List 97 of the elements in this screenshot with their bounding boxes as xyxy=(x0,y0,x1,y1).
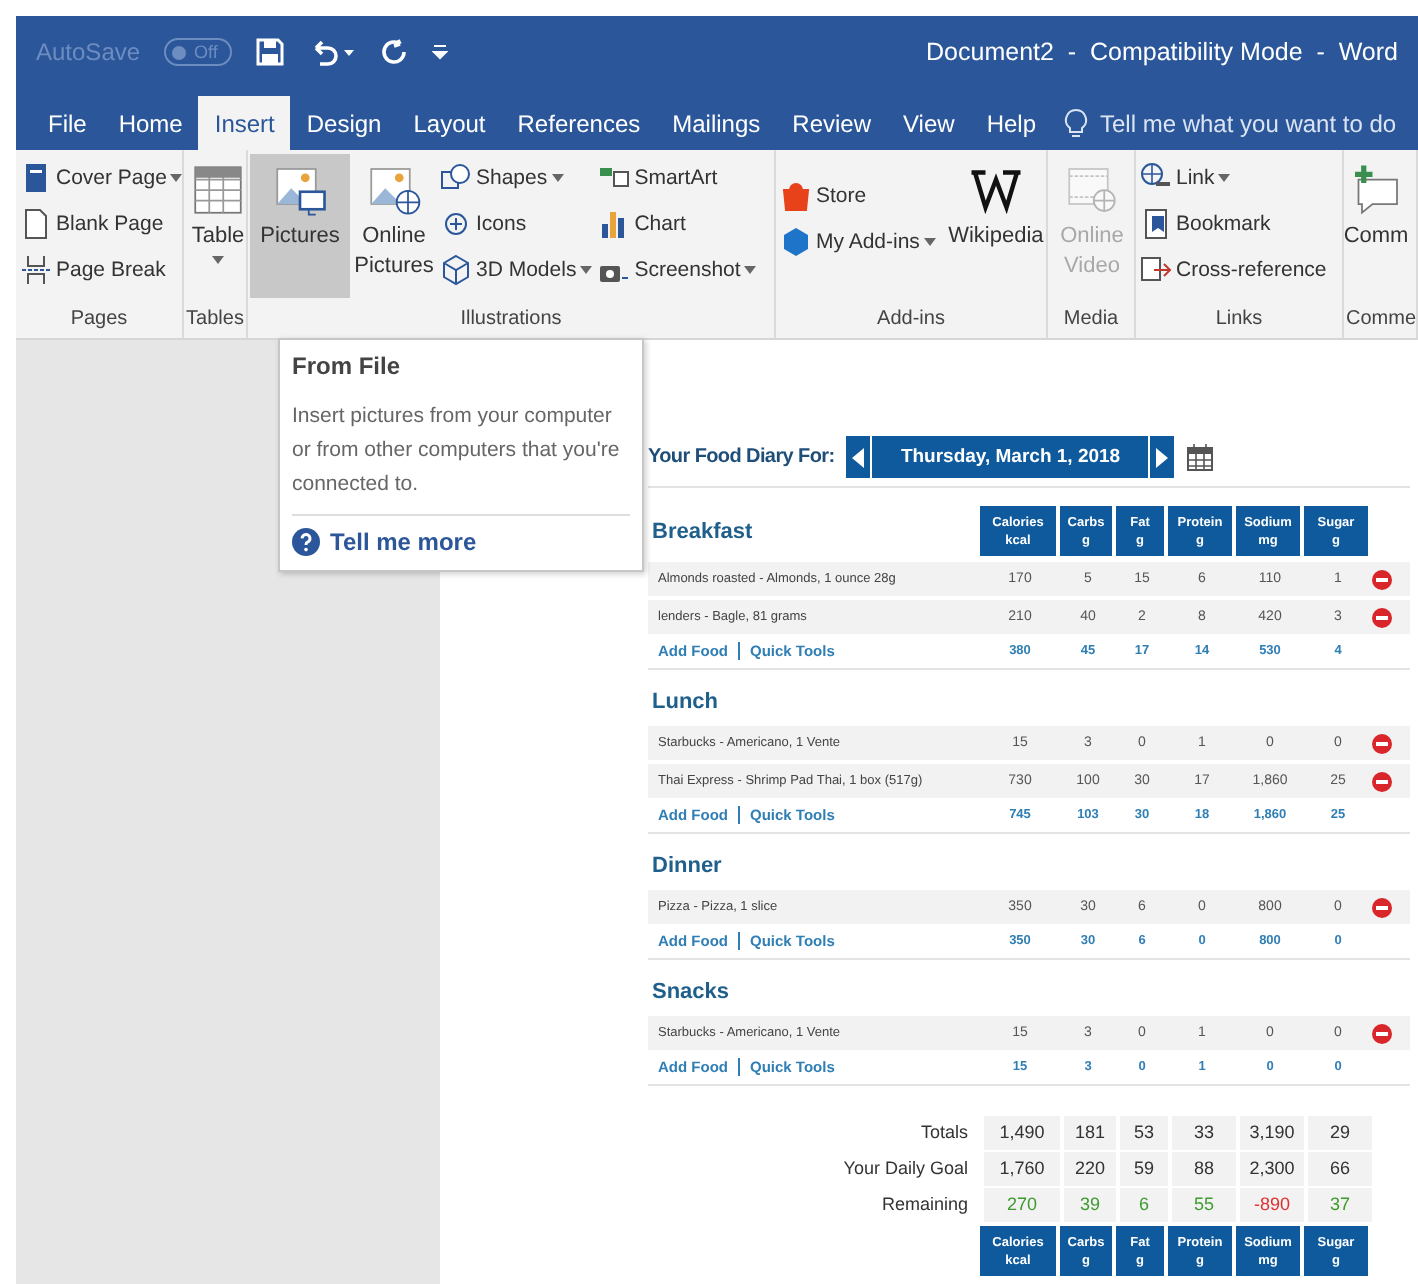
ribbon-button[interactable]: Screenshot xyxy=(596,248,759,292)
summary-value: 37 xyxy=(1304,1187,1372,1221)
ribbon-button[interactable]: Chart xyxy=(596,202,759,246)
diary-label: Your Food Diary For: xyxy=(648,446,835,468)
ribbon-tab[interactable]: View xyxy=(887,96,971,150)
group-label: Media xyxy=(1061,306,1121,334)
group-label: Add-ins xyxy=(875,306,947,334)
summary-value: -890 xyxy=(1236,1187,1304,1221)
ribbon-button[interactable]: Blank Page xyxy=(18,202,182,246)
summary-value: 3,190 xyxy=(1236,1115,1304,1149)
add-ins-icon xyxy=(780,226,812,258)
remove-icon[interactable] xyxy=(1372,897,1392,917)
table-grid-icon xyxy=(190,162,246,218)
group-label: Pages xyxy=(68,306,130,334)
help-icon xyxy=(292,528,320,556)
remove-icon[interactable] xyxy=(1372,1023,1392,1043)
group-label: Illustrations xyxy=(458,306,564,334)
lightbulb-icon xyxy=(1064,108,1088,138)
next-arrow-icon xyxy=(1156,447,1169,467)
ribbon-button[interactable]: Comm xyxy=(1346,154,1406,298)
tooltip-title: From File xyxy=(292,352,403,380)
ribbon-button[interactable]: Cover Page xyxy=(18,156,182,200)
summary-value: 1,760 xyxy=(980,1151,1060,1185)
summary-value: 53 xyxy=(1116,1115,1168,1149)
cross-reference-icon xyxy=(1140,254,1172,286)
remove-icon[interactable] xyxy=(1372,569,1392,589)
tooltip-text: Insert pictures from your computer or from other computers that you're connected to. xyxy=(292,400,630,516)
meal-heading: Snacks xyxy=(650,978,732,1008)
remove-icon[interactable] xyxy=(1372,607,1392,627)
meal-heading: Breakfast xyxy=(650,519,755,543)
summary-value: 66 xyxy=(1304,1151,1372,1185)
ribbon-tab[interactable]: Home xyxy=(102,96,199,150)
ribbon-tab[interactable]: Help xyxy=(970,96,1052,150)
picture-icon xyxy=(272,162,328,218)
icons-icon xyxy=(440,208,472,240)
ribbon-button[interactable]: Shapes xyxy=(438,156,595,200)
ribbon-button[interactable]: SmartArt xyxy=(596,156,759,200)
ribbon-button[interactable]: Store xyxy=(778,174,938,218)
ribbon-button[interactable]: Wikipedia xyxy=(939,154,1046,298)
customize-caret-icon[interactable] xyxy=(431,44,448,60)
save-icon[interactable] xyxy=(255,38,284,66)
summary-value: 39 xyxy=(1060,1187,1116,1221)
summary-label: Your Daily Goal xyxy=(841,1158,970,1178)
bookmark-icon xyxy=(1140,208,1172,240)
ribbon-button[interactable]: 3D Models xyxy=(438,248,595,292)
date-bar: Thursday, March 1, 2018 xyxy=(872,436,1149,478)
previous-day-button[interactable] xyxy=(846,436,871,478)
group-label: Comme xyxy=(1346,306,1414,334)
summary-value: 33 xyxy=(1168,1115,1236,1149)
summary-label: Totals xyxy=(918,1122,970,1142)
autosave-label: AutoSave xyxy=(36,38,141,66)
ribbon-tab[interactable]: References xyxy=(501,96,657,150)
ribbon-button[interactable]: Page Break xyxy=(18,248,182,292)
group-label: Tables xyxy=(186,306,244,334)
cube-icon xyxy=(440,254,472,286)
meal-heading: Dinner xyxy=(650,852,724,882)
page-break-icon xyxy=(20,254,52,286)
summary-value: 270 xyxy=(980,1187,1060,1221)
ribbon-button[interactable]: Pictures xyxy=(250,154,350,298)
ribbon-button[interactable]: My Add-ins xyxy=(778,220,938,264)
ribbon-button[interactable]: Table xyxy=(186,154,246,298)
previous-arrow-icon xyxy=(852,447,865,467)
redo-icon[interactable] xyxy=(379,38,408,66)
summary-value: 181 xyxy=(1060,1115,1116,1149)
store-bag-icon xyxy=(780,180,812,212)
ribbon-button[interactable]: Bookmark xyxy=(1138,202,1329,246)
ribbon-tab[interactable]: File xyxy=(32,96,103,150)
next-day-button[interactable] xyxy=(1150,436,1175,478)
tell-me-more-link[interactable]: Tell me more xyxy=(292,516,630,570)
summary-value: 6 xyxy=(1116,1187,1168,1221)
summary-value: 55 xyxy=(1168,1187,1236,1221)
window-title: Document2 - Compatibility Mode - Word xyxy=(926,38,1398,66)
ribbon-button[interactable]: Icons xyxy=(438,202,595,246)
summary-value: 29 xyxy=(1304,1115,1372,1149)
summary-value: 88 xyxy=(1168,1151,1236,1185)
ribbon-tab[interactable]: Mailings xyxy=(656,96,777,150)
online-picture-icon xyxy=(366,162,422,218)
ribbon-tab[interactable]: Design xyxy=(290,96,398,150)
summary-value: 220 xyxy=(1060,1151,1116,1185)
remove-icon[interactable] xyxy=(1372,771,1392,791)
ribbon-button[interactable]: Online Pictures xyxy=(352,154,436,298)
ribbon-tab[interactable]: Review xyxy=(776,96,888,150)
summary-value: 2,300 xyxy=(1236,1151,1304,1185)
remove-icon[interactable] xyxy=(1372,733,1392,753)
summary-value: 59 xyxy=(1116,1151,1168,1185)
summary-value: 1,490 xyxy=(980,1115,1060,1149)
tell-me-field[interactable]: Tell me what you want to do xyxy=(1096,107,1418,139)
video-globe-icon xyxy=(1064,162,1120,218)
ribbon-button[interactable]: Link xyxy=(1138,156,1329,200)
shapes-icon xyxy=(440,162,472,194)
ribbon-tab[interactable]: Insert xyxy=(198,96,291,150)
summary-label: Remaining xyxy=(879,1194,970,1214)
calendar-icon[interactable] xyxy=(1186,442,1215,472)
ribbon-button[interactable]: Cross-reference xyxy=(1138,248,1329,292)
group-label: Links xyxy=(1213,306,1265,334)
ribbon-tab[interactable]: Layout xyxy=(397,96,502,150)
meal-heading: Lunch xyxy=(650,688,720,718)
